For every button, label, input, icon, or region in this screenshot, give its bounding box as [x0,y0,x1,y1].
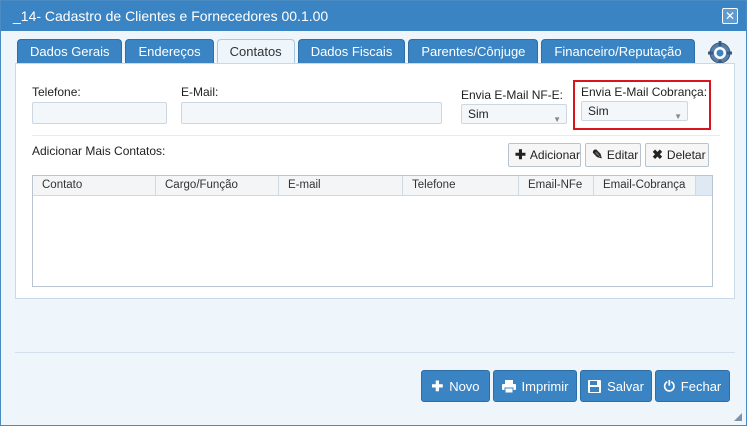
salvar-button[interactable]: Salvar [580,370,652,402]
delete-icon: ✖ [652,147,663,162]
window: _14- Cadastro de Clientes e Fornecedores… [0,0,747,426]
tab-bar: Dados Gerais Endereços Contatos Dados Fi… [17,39,695,63]
tab-dados-gerais[interactable]: Dados Gerais [17,39,123,63]
fechar-button[interactable]: ⏻ Fechar [655,370,730,402]
novo-label: Novo [449,378,480,394]
nfe-label: Envia E-Mail NF-E: [461,88,564,102]
nfe-select-value: Sim [468,107,489,121]
gear-icon[interactable] [708,41,732,65]
divider [32,135,720,136]
cobranca-label: Envia E-Mail Cobrança: [581,85,708,99]
column-header-email-cobranca[interactable]: Email-Cobrança [594,176,696,195]
title-bar: _14- Cadastro de Clientes e Fornecedores… [1,1,746,31]
plus-icon: ✚ [431,377,444,394]
tab-dados-fiscais[interactable]: Dados Fiscais [297,39,406,63]
chevron-down-icon: ▼ [674,112,682,121]
contacts-panel: Telefone: E-Mail: Envia E-Mail NF-E: Sim… [15,63,735,299]
edit-contact-button[interactable]: ✎ Editar [585,143,641,167]
cobranca-select-value: Sim [588,104,609,118]
column-header-email-nfe[interactable]: Email-NFe [519,176,594,195]
grid-header: Contato Cargo/Função E-mail Telefone Ema… [33,176,712,196]
column-header-contato[interactable]: Contato [33,176,156,195]
salvar-label: Salvar [607,378,644,394]
resize-grip-icon[interactable] [734,413,742,421]
column-header-cargo[interactable]: Cargo/Função [156,176,279,195]
nfe-select[interactable]: Sim ▼ [461,104,567,124]
column-header-email[interactable]: E-mail [279,176,403,195]
tab-parentes-conjuge[interactable]: Parentes/Cônjuge [408,39,539,63]
add-contact-button[interactable]: ✚ Adicionar [508,143,581,167]
power-icon: ⏻ [663,377,675,394]
save-icon [588,379,602,393]
tab-contatos[interactable]: Contatos [216,39,295,63]
delete-contact-button[interactable]: ✖ Deletar [645,143,709,167]
plus-icon: ✚ [515,147,526,162]
edit-icon: ✎ [592,147,603,162]
telefone-label: Telefone: [32,85,81,99]
novo-button[interactable]: ✚ Novo [421,370,490,402]
add-contact-label: Adicionar [529,148,580,162]
cobranca-select[interactable]: Sim ▼ [581,101,688,121]
chevron-down-icon: ▼ [553,115,561,124]
imprimir-label: Imprimir [521,378,569,394]
contacts-grid[interactable]: Contato Cargo/Função E-mail Telefone Ema… [32,175,713,287]
telefone-input[interactable] [32,102,167,124]
imprimir-button[interactable]: Imprimir [493,370,577,402]
add-contacts-label: Adicionar Mais Contatos: [32,144,166,158]
email-input[interactable] [181,102,442,124]
tab-enderecos[interactable]: Endereços [125,39,214,63]
grid-scrollbar-corner [696,176,712,195]
printer-icon [501,379,516,393]
window-title: _14- Cadastro de Clientes e Fornecedores… [13,8,329,24]
delete-contact-label: Deletar [666,148,706,162]
column-header-telefone[interactable]: Telefone [403,176,519,195]
tab-financeiro-reputacao[interactable]: Financeiro/Reputação [541,39,695,63]
footer-divider [15,352,735,353]
close-button[interactable]: ✕ [722,8,738,24]
edit-contact-label: Editar [606,148,639,162]
fechar-label: Fechar [680,378,722,394]
email-label: E-Mail: [181,85,219,99]
